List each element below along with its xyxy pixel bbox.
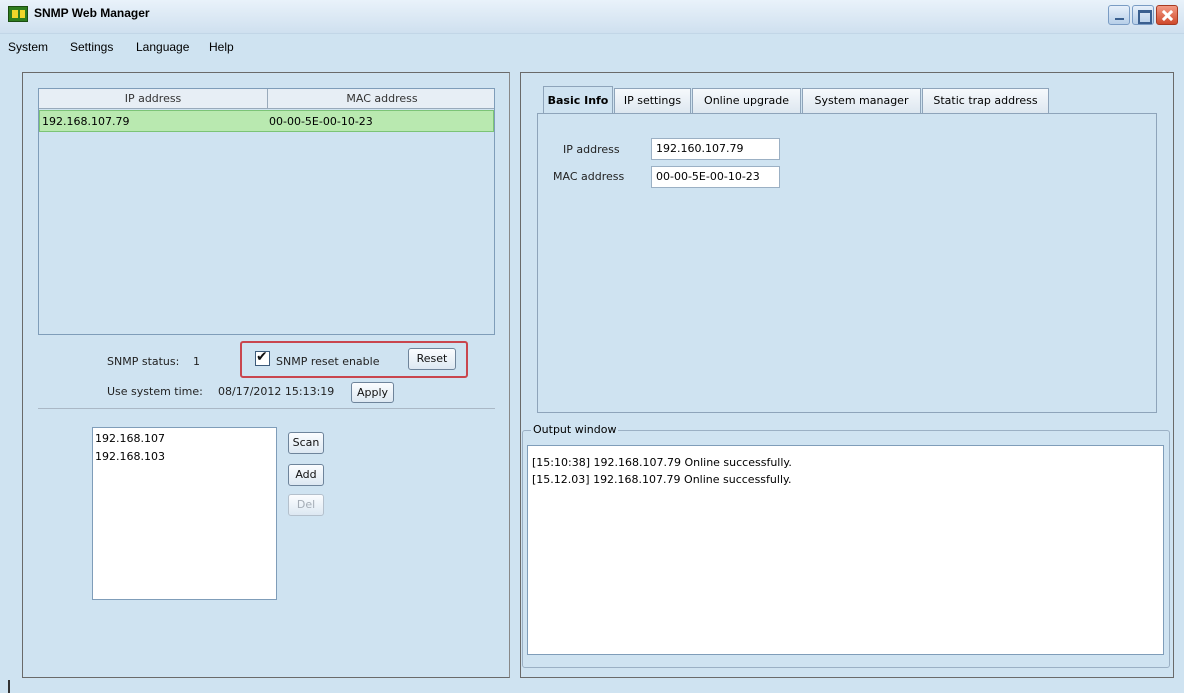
close-icon[interactable] (1156, 5, 1178, 25)
snmp-reset-enable-label[interactable]: SNMP reset enable (276, 355, 379, 368)
del-button[interactable]: Del (288, 494, 324, 516)
edge-mark (8, 680, 10, 693)
menu-settings[interactable]: Settings (70, 40, 113, 54)
log-line: [15:10:38] 192.168.107.79 Online success… (532, 456, 792, 469)
system-time-value: 08/17/2012 15:13:19 (218, 385, 335, 398)
output-window-legend: Output window (531, 423, 619, 436)
minimize-icon[interactable] (1108, 5, 1130, 25)
app-icon (8, 6, 28, 22)
mac-address-label: MAC address (553, 170, 625, 183)
window-title: SNMP Web Manager (34, 6, 150, 20)
table-header: IP address MAC address (39, 89, 494, 109)
menu-language[interactable]: Language (136, 40, 189, 54)
ip-address-label: IP address (563, 143, 620, 156)
checkmark-icon: ✔ (256, 349, 268, 365)
tab-ip-settings[interactable]: IP settings (614, 88, 691, 113)
column-header-ip[interactable]: IP address (39, 92, 267, 105)
column-header-mac[interactable]: MAC address (268, 92, 496, 105)
tab-container: Basic Info IP settings Online upgrade Sy… (537, 86, 1157, 413)
device-table: IP address MAC address 192.168.107.79 00… (38, 88, 495, 335)
maximize-icon[interactable] (1132, 5, 1154, 25)
ip-address-field[interactable]: 192.160.107.79 (651, 138, 780, 160)
output-window[interactable]: [15:10:38] 192.168.107.79 Online success… (527, 445, 1164, 655)
snmp-status-label: SNMP status: (107, 355, 180, 368)
reset-button[interactable]: Reset (408, 348, 456, 370)
menu-system[interactable]: System (8, 40, 48, 54)
title-bar: SNMP Web Manager (0, 0, 1184, 34)
divider (38, 408, 495, 409)
basic-info-panel: IP address 192.160.107.79 MAC address 00… (537, 113, 1157, 413)
list-item[interactable]: 192.168.103 (95, 450, 165, 463)
tab-online-upgrade[interactable]: Online upgrade (692, 88, 801, 113)
menu-bar: System Settings Language Help (0, 34, 1184, 60)
snmp-status-value: 1 (193, 355, 200, 368)
tab-basic-info[interactable]: Basic Info (543, 86, 613, 113)
add-button[interactable]: Add (288, 464, 324, 486)
table-row[interactable]: 192.168.107.79 00-00-5E-00-10-23 (39, 110, 494, 132)
scan-list[interactable]: 192.168.107 192.168.103 (92, 427, 277, 600)
mac-address-field[interactable]: 00-00-5E-00-10-23 (651, 166, 780, 188)
system-time-label: Use system time: (107, 385, 203, 398)
list-item[interactable]: 192.168.107 (95, 432, 165, 445)
cell-mac: 00-00-5E-00-10-23 (269, 115, 373, 128)
snmp-reset-checkbox[interactable]: ✔ (255, 349, 270, 366)
cell-ip: 192.168.107.79 (42, 115, 130, 128)
tab-system-manager[interactable]: System manager (802, 88, 921, 113)
scan-button[interactable]: Scan (288, 432, 324, 454)
apply-button[interactable]: Apply (351, 382, 394, 403)
tab-static-trap-address[interactable]: Static trap address (922, 88, 1049, 113)
menu-help[interactable]: Help (209, 40, 234, 54)
log-line: [15.12.03] 192.168.107.79 Online success… (532, 473, 792, 486)
